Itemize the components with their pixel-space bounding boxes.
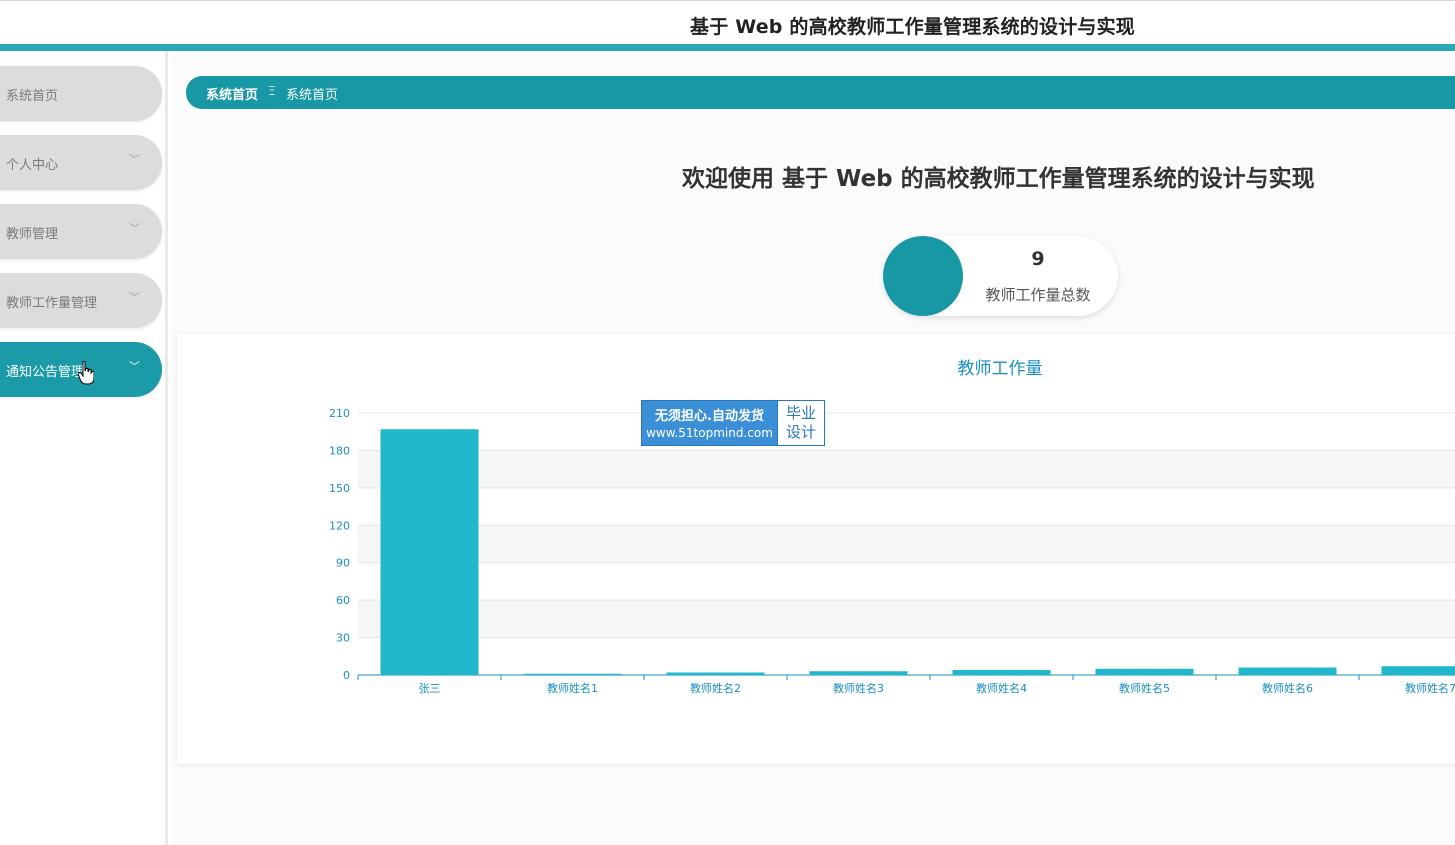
chart-panel: 教师工作量 0 30 60 90 120 150 180 210 张三 教师姓名1 教师姓名2 教师姓名… xyxy=(177,334,1455,764)
y-tick-label: 90 xyxy=(336,557,350,570)
top-header: 基于 Web 的高校教师工作量管理系统的设计与实现 xyxy=(0,0,1455,44)
breadcrumb-current: 系统首页 xyxy=(286,88,339,103)
welcome-heading: 欢迎使用 基于 Web 的高校教师工作量管理系统的设计与实现 xyxy=(682,166,1315,192)
watermark-label: 毕业 xyxy=(785,404,816,422)
bar xyxy=(1381,666,1455,675)
stat-value: 9 xyxy=(1031,248,1045,270)
watermark-badge: 无须担心.自动发货 www.51topmind.com 毕业 设计 xyxy=(641,400,825,446)
x-tick-label: 教师姓名7 xyxy=(1405,681,1455,695)
grid-band xyxy=(358,450,1455,488)
bar xyxy=(1095,668,1194,675)
sidebar-item-teachers[interactable]: 教师管理 ﹀ xyxy=(0,204,162,259)
sidebar-item-label: 教师工作量管理 xyxy=(6,296,98,311)
watermark-url: www.51topmind.com xyxy=(646,426,773,440)
sidebar-item-home[interactable]: 系统首页 xyxy=(0,66,162,121)
x-tick-label: 教师姓名5 xyxy=(1119,681,1170,695)
grid-band xyxy=(358,600,1455,638)
x-tick-label: 教师姓名4 xyxy=(976,681,1027,695)
breadcrumb: 系统首页 Ξ 系统首页 xyxy=(186,76,1455,109)
chevron-down-icon: ﹀ xyxy=(129,153,140,166)
x-tick-label: 教师姓名3 xyxy=(833,681,884,695)
grid-band xyxy=(358,525,1455,563)
stat-icon-circle xyxy=(883,236,963,316)
bar-chart: 教师工作量 0 30 60 90 120 150 180 210 张三 教师姓名1 教师姓名2 教师姓名… xyxy=(329,359,1455,695)
y-tick-label: 0 xyxy=(343,669,350,682)
header-accent-bar xyxy=(0,44,1455,51)
watermark-label: 设计 xyxy=(785,423,816,441)
x-tick-label: 教师姓名1 xyxy=(547,681,598,695)
main-content: 系统首页 Ξ 系统首页 欢迎使用 基于 Web 的高校教师工作量管理系统的设计与… xyxy=(171,51,1455,845)
x-tick-label: 张三 xyxy=(419,682,441,695)
x-tick-label: 教师姓名2 xyxy=(690,681,741,695)
y-tick-label: 210 xyxy=(329,407,350,420)
bar xyxy=(1238,667,1337,675)
chart-title: 教师工作量 xyxy=(958,359,1043,379)
breadcrumb-separator-icon: Ξ xyxy=(268,84,276,98)
y-tick-label: 120 xyxy=(329,519,350,532)
sidebar: 系统首页 个人中心 ﹀ 教师管理 ﹀ 教师工作量管理 ﹀ 通知公告管理 ﹀ xyxy=(0,51,168,845)
sidebar-item-profile[interactable]: 个人中心 ﹀ xyxy=(0,135,162,190)
chevron-down-icon: ﹀ xyxy=(129,291,140,304)
watermark-text: 无须担心.自动发货 xyxy=(655,409,764,424)
y-tick-label: 150 xyxy=(329,482,350,495)
breadcrumb-home[interactable]: 系统首页 xyxy=(206,84,258,103)
bar xyxy=(523,673,622,675)
app-title: 基于 Web 的高校教师工作量管理系统的设计与实现 xyxy=(690,16,1135,38)
bar xyxy=(952,670,1051,675)
sidebar-item-label: 个人中心 xyxy=(6,158,59,173)
sidebar-item-workload[interactable]: 教师工作量管理 ﹀ xyxy=(0,273,162,328)
sidebar-item-label: 通知公告管理 xyxy=(6,365,85,380)
sidebar-item-label: 系统首页 xyxy=(6,89,59,104)
chevron-down-icon: ﹀ xyxy=(129,222,140,235)
chevron-down-icon: ﹀ xyxy=(129,360,140,373)
y-tick-label: 180 xyxy=(329,444,350,457)
bar xyxy=(809,671,908,675)
x-tick-label: 教师姓名6 xyxy=(1262,681,1313,695)
hand-cursor-icon xyxy=(78,361,94,385)
y-tick-label: 60 xyxy=(336,594,350,607)
stat-card: 9 教师工作量总数 xyxy=(883,236,1118,316)
sidebar-item-label: 教师管理 xyxy=(6,227,59,242)
bar xyxy=(666,672,765,675)
y-tick-label: 30 xyxy=(336,632,350,645)
stat-label: 教师工作量总数 xyxy=(985,286,1091,304)
bar xyxy=(380,429,479,675)
